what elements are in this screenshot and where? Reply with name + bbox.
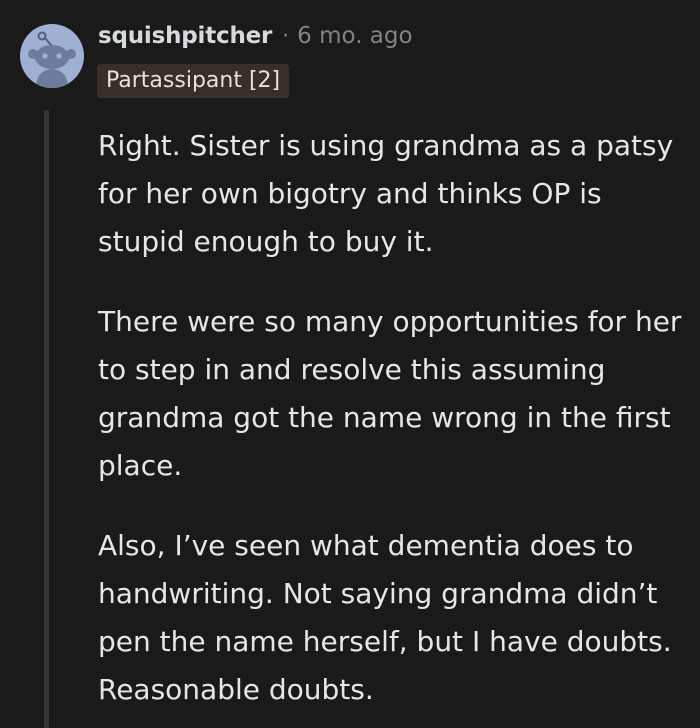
- comment-timestamp[interactable]: 6 mo. ago: [297, 23, 412, 49]
- user-flair: Partassipant [2]: [97, 64, 290, 98]
- snoo-avatar-icon: [28, 31, 76, 88]
- comment-body: Right. Sister is using grandma as a pats…: [98, 122, 688, 728]
- comment-header: squishpitcher · 6 mo. ago: [98, 20, 413, 52]
- comment-paragraph: Also, I’ve seen what dementia does to ha…: [98, 529, 672, 706]
- comment-container: squishpitcher · 6 mo. ago Partassipant […: [0, 0, 700, 728]
- thread-line[interactable]: [44, 110, 49, 728]
- user-avatar[interactable]: [20, 24, 84, 88]
- username-link[interactable]: squishpitcher: [98, 23, 272, 49]
- comment-paragraph: There were so many opportunities for her…: [98, 305, 682, 482]
- comment-paragraph: Right. Sister is using grandma as a pats…: [98, 129, 674, 258]
- meta-separator: ·: [282, 23, 290, 49]
